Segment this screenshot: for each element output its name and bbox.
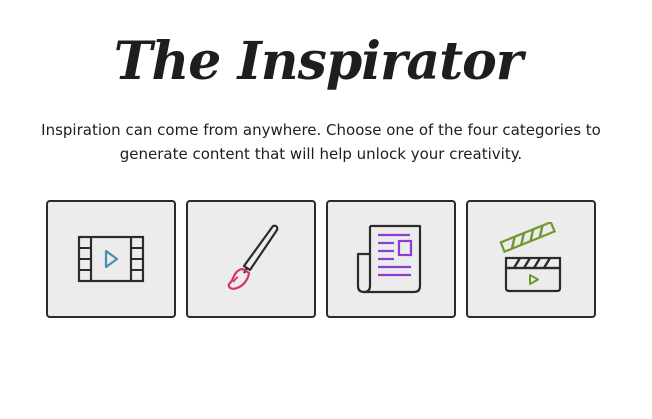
film-strip-icon (77, 235, 145, 283)
category-card-film[interactable] (46, 200, 176, 318)
paintbrush-icon (227, 224, 279, 290)
newspaper-icon (356, 224, 422, 294)
page: The Inspirator Inspiration can come from… (0, 0, 652, 419)
category-card-writing[interactable] (326, 200, 456, 318)
category-card-video[interactable] (466, 200, 596, 318)
page-subtitle: Inspiration can come from anywhere. Choo… (41, 121, 601, 163)
clapperboard-icon (499, 222, 562, 293)
category-card-art[interactable] (186, 200, 316, 318)
page-title: The Inspirator (113, 31, 523, 92)
category-cards (46, 200, 596, 318)
